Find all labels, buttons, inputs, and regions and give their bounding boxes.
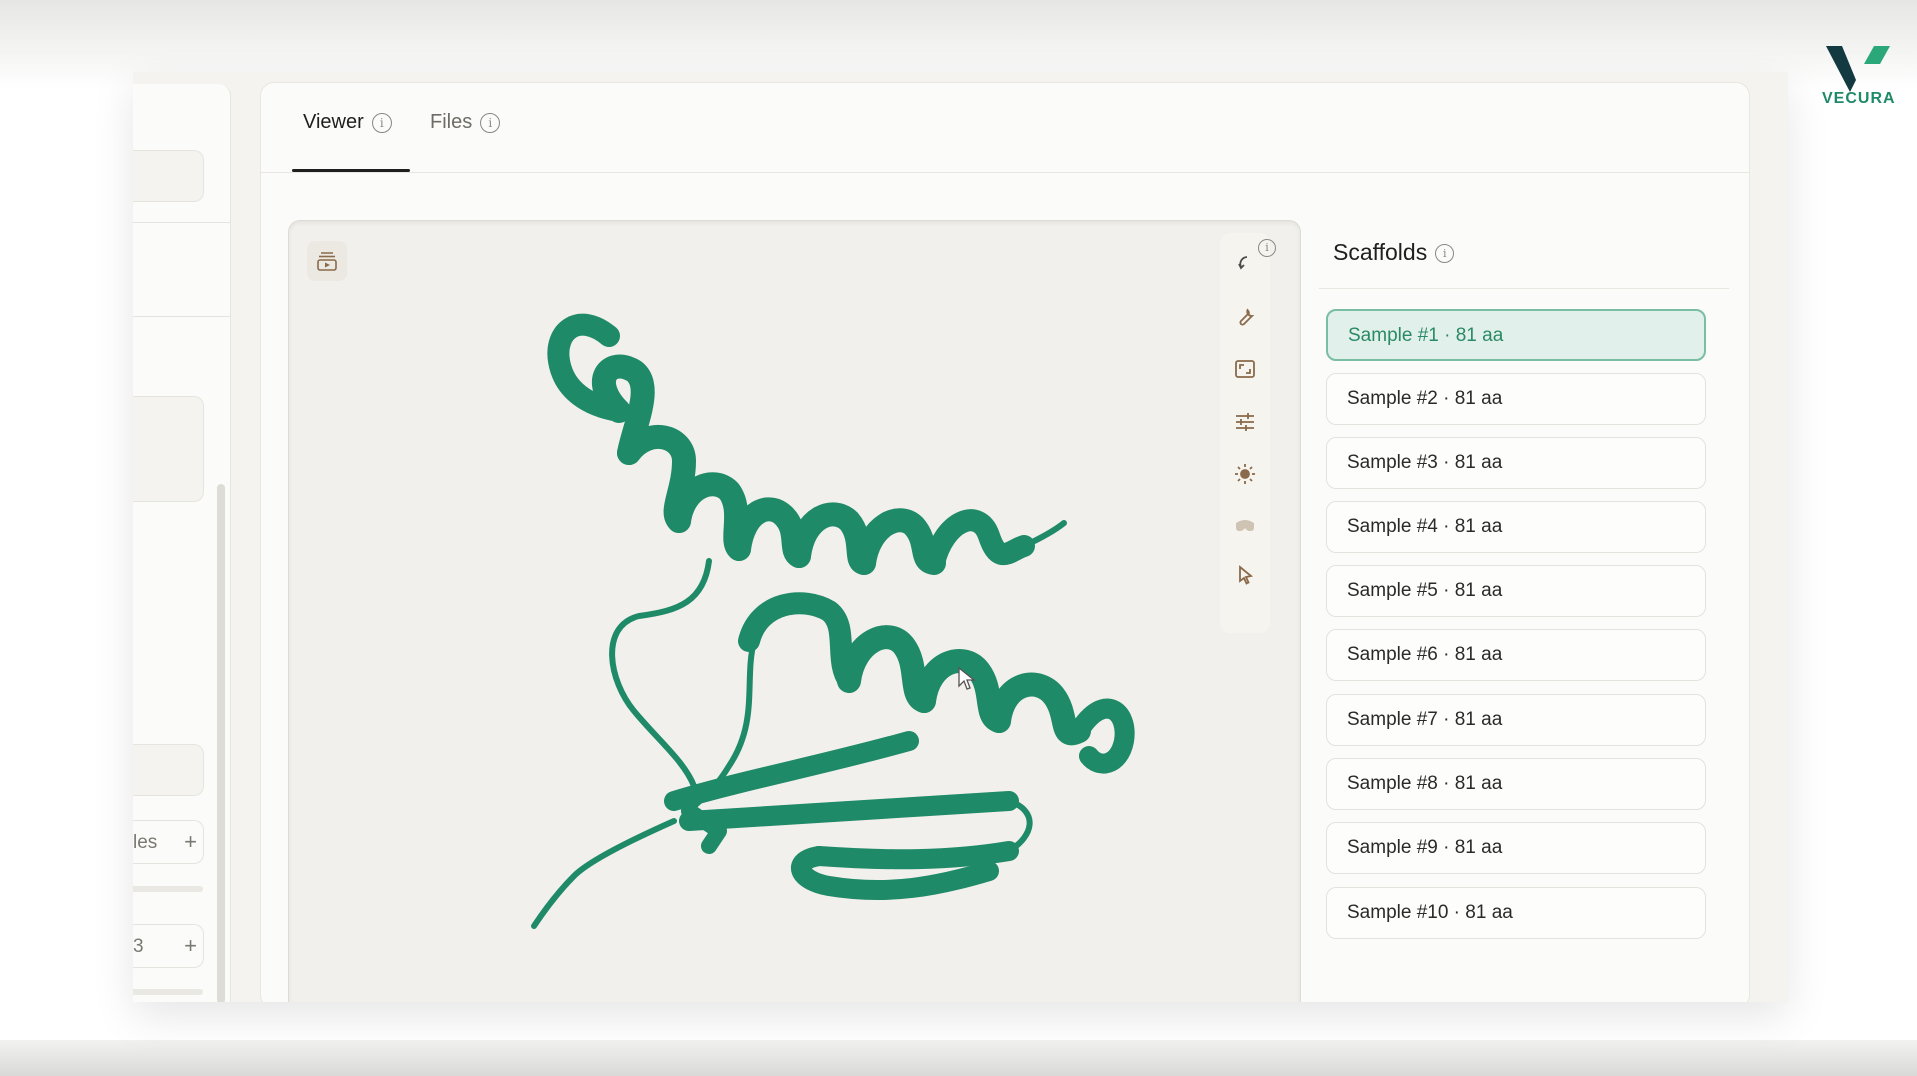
scaffold-sample-item[interactable]: Sample #10 · 81 aa [1326, 887, 1706, 939]
tab-files[interactable]: Files i [430, 111, 501, 134]
sidebar-row-count[interactable]: 3 + [133, 924, 204, 968]
add-icon[interactable]: + [184, 933, 197, 959]
sidebar-divider [133, 316, 230, 317]
sidebar-scrollbar[interactable] [217, 484, 225, 1002]
scaffold-sample-item[interactable]: Sample #9 · 81 aa [1326, 822, 1706, 874]
sidebar-row-files[interactable]: les + [133, 820, 204, 864]
info-icon[interactable]: i [371, 112, 392, 133]
sidebar-row-value: 3 [133, 936, 144, 957]
tab-bar: Viewer i Files i [261, 83, 1749, 173]
logo-text: VECURA [1822, 90, 1896, 107]
left-sidebar: les + 3 + [133, 84, 231, 1002]
tab-viewer[interactable]: Viewer i [303, 111, 392, 134]
scaffolds-heading: Scaffolds i [1333, 239, 1455, 266]
info-icon[interactable]: i [480, 112, 501, 133]
sidebar-divider [133, 886, 203, 892]
mouse-cursor-icon [958, 666, 976, 690]
tab-label: Viewer [303, 111, 364, 134]
scaffold-sample-item[interactable]: Sample #7 · 81 aa [1326, 694, 1706, 746]
active-tab-indicator [292, 169, 410, 172]
sidebar-row-label: les [133, 832, 158, 853]
sidebar-field[interactable] [133, 744, 204, 796]
sidebar-field[interactable] [133, 150, 204, 202]
tab-label: Files [430, 111, 473, 134]
scaffold-sample-item[interactable]: Sample #3 · 81 aa [1326, 437, 1706, 489]
scaffold-sample-item[interactable]: Sample #2 · 81 aa [1326, 373, 1706, 425]
scaffold-sample-item[interactable]: Sample #5 · 81 aa [1326, 565, 1706, 617]
sidebar-divider [133, 222, 230, 223]
structure-viewer[interactable]: i [288, 220, 1301, 1002]
add-icon[interactable]: + [184, 829, 197, 855]
protein-structure [531, 313, 1135, 929]
info-icon[interactable]: i [1435, 244, 1455, 264]
sidebar-panel [133, 396, 204, 502]
scaffold-sample-item[interactable]: Sample #1 · 81 aa [1326, 309, 1706, 361]
scaffolds-divider [1319, 288, 1729, 289]
scaffolds-panel: Scaffolds i Sample #1 · 81 aa Sample #2 · … [1307, 220, 1737, 1002]
scaffold-sample-item[interactable]: Sample #4 · 81 aa [1326, 501, 1706, 553]
main-panel: Viewer i Files i i Scaffolds i Sample #1… [260, 82, 1750, 1002]
scaffold-sample-item[interactable]: Sample #6 · 81 aa [1326, 629, 1706, 681]
backdrop-bottom [0, 1040, 1917, 1076]
app-window: les + 3 + Viewer i Files i i Scaffolds i… [133, 72, 1788, 1002]
scaffold-sample-item[interactable]: Sample #8 · 81 aa [1326, 758, 1706, 810]
sidebar-divider [133, 989, 203, 995]
scaffolds-title: Scaffolds [1333, 239, 1428, 265]
